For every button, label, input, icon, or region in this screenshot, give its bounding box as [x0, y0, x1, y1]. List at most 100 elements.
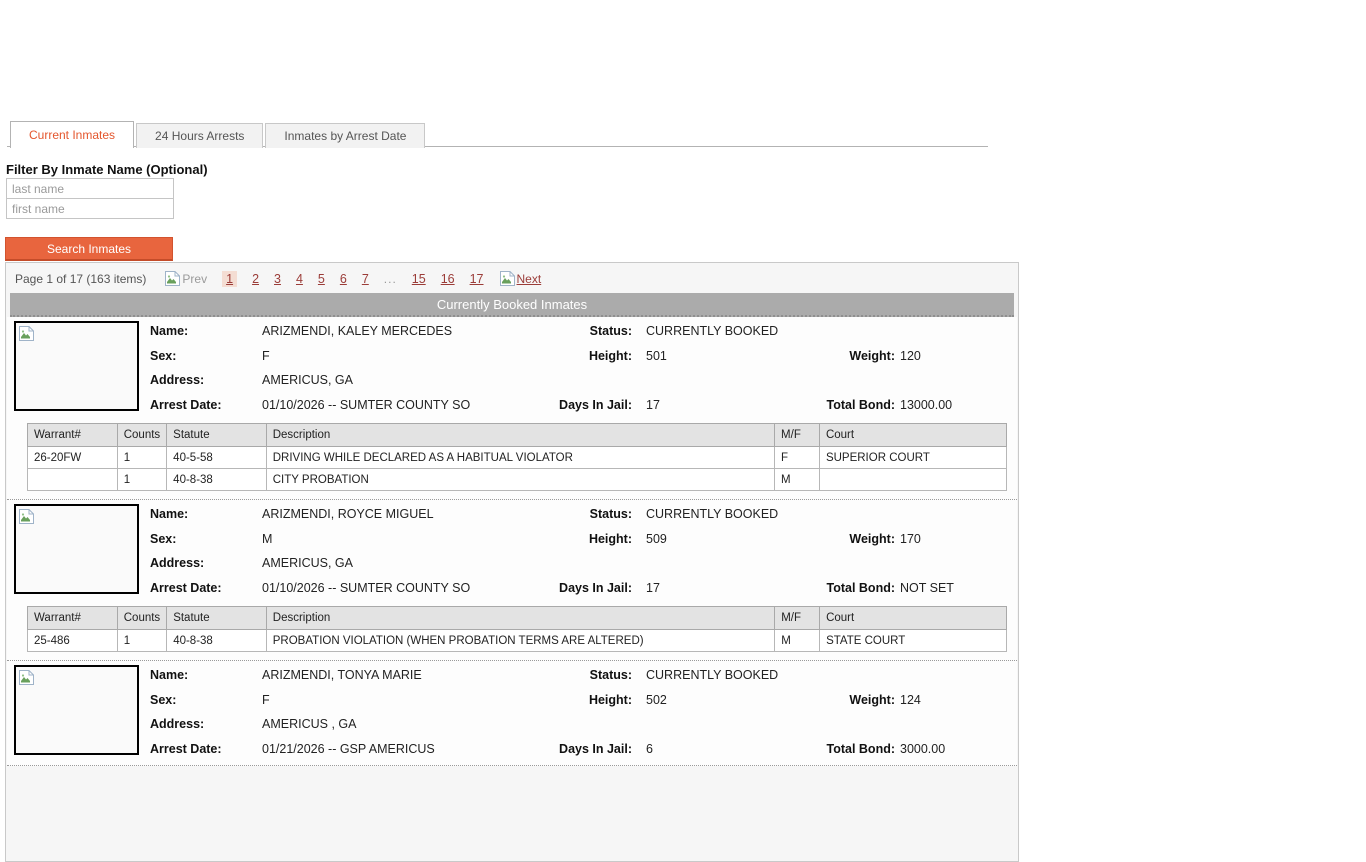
warrant-mf: M [775, 630, 820, 652]
pager: Page 1 of 17 (163 items) Prev 1 2 3 4 5 … [6, 263, 1018, 293]
warrant-counts: 1 [117, 447, 166, 469]
height-label: Height: [427, 532, 632, 546]
pager-summary: Page 1 of 17 (163 items) [15, 272, 146, 286]
inmate-record: Name: ARIZMENDI, TONYA MARIE Status: CUR… [7, 661, 1017, 766]
next-label: Next [517, 272, 542, 286]
days-in-jail-label: Days In Jail: [427, 581, 632, 595]
page-7-link[interactable]: 7 [362, 272, 369, 286]
list-title: Currently Booked Inmates [437, 297, 587, 312]
inmate-total-bond: 3000.00 [900, 742, 945, 756]
inmate-photo [14, 504, 139, 594]
warrant-court: SUPERIOR COURT [819, 447, 1006, 469]
warrant-statute: 40-8-38 [167, 469, 267, 491]
col-description: Description [266, 424, 774, 447]
days-in-jail-label: Days In Jail: [427, 398, 632, 412]
warrant-court [819, 469, 1006, 491]
address-label: Address: [150, 373, 204, 387]
inmate-weight: 170 [900, 532, 921, 546]
col-court: Court [820, 607, 1007, 630]
col-counts: Counts [117, 607, 166, 630]
inmate-arrest-date: 01/21/2026 -- GSP AMERICUS [262, 742, 435, 756]
weight-label: Weight: [697, 532, 895, 546]
col-statute: Statute [167, 607, 267, 630]
weight-label: Weight: [697, 693, 895, 707]
broken-image-icon [164, 270, 181, 287]
sex-label: Sex: [150, 532, 176, 546]
inmate-weight: 124 [900, 693, 921, 707]
page-16-link[interactable]: 16 [441, 272, 455, 286]
col-description: Description [266, 607, 774, 630]
last-name-input[interactable] [6, 178, 174, 199]
warrant-mf: M [775, 469, 820, 491]
warrant-number: 26-20FW [28, 447, 118, 469]
search-inmates-button[interactable]: Search Inmates [5, 237, 173, 261]
status-label: Status: [427, 507, 632, 521]
total-bond-label: Total Bond: [697, 742, 895, 756]
inmate-sex: F [262, 693, 270, 707]
sex-label: Sex: [150, 693, 176, 707]
inmate-status: CURRENTLY BOOKED [646, 507, 778, 521]
sex-label: Sex: [150, 349, 176, 363]
warrant-court: STATE COURT [820, 630, 1007, 652]
status-label: Status: [427, 668, 632, 682]
col-warrant: Warrant# [28, 607, 118, 630]
inmate-address: AMERICUS , GA [262, 717, 356, 731]
arrest-date-label: Arrest Date: [150, 398, 222, 412]
warrant-number: 25-486 [28, 630, 118, 652]
next-button[interactable]: Next [499, 270, 542, 287]
total-bond-label: Total Bond: [697, 398, 895, 412]
inmate-photo [14, 321, 139, 411]
tab-label: Inmates by Arrest Date [284, 129, 406, 143]
inmate-height: 509 [646, 532, 667, 546]
page-1-current[interactable]: 1 [222, 271, 237, 287]
filter-title: Filter By Inmate Name (Optional) [6, 162, 208, 177]
page-4-link[interactable]: 4 [296, 272, 303, 286]
inmate-height: 502 [646, 693, 667, 707]
inmate-status: CURRENTLY BOOKED [646, 668, 778, 682]
inmate-height: 501 [646, 349, 667, 363]
warrant-description: CITY PROBATION [266, 469, 774, 491]
status-label: Status: [427, 324, 632, 338]
first-name-input[interactable] [6, 198, 174, 219]
address-label: Address: [150, 717, 204, 731]
list-title-bar: Currently Booked Inmates [10, 293, 1014, 317]
name-label: Name: [150, 324, 188, 338]
warrant-counts: 1 [117, 469, 166, 491]
page-15-link[interactable]: 15 [412, 272, 426, 286]
tab-24-hours-arrests[interactable]: 24 Hours Arrests [136, 123, 263, 148]
col-warrant: Warrant# [28, 424, 118, 447]
inmate-sex: M [262, 532, 272, 546]
warrant-row: 26-20FW 1 40-5-58 DRIVING WHILE DECLARED… [28, 447, 1007, 469]
height-label: Height: [427, 349, 632, 363]
tab-label: 24 Hours Arrests [155, 129, 244, 143]
inmate-list: Name: ARIZMENDI, KALEY MERCEDES Status: … [7, 317, 1017, 766]
warrant-counts: 1 [117, 630, 166, 652]
warrants-table: Warrant# Counts Statute Description M/F … [27, 606, 1007, 652]
inmate-days-in-jail: 6 [646, 742, 653, 756]
page-6-link[interactable]: 6 [340, 272, 347, 286]
pager-ellipsis: ... [384, 272, 397, 286]
inmate-days-in-jail: 17 [646, 581, 660, 595]
page-2-link[interactable]: 2 [252, 272, 259, 286]
warrant-description: DRIVING WHILE DECLARED AS A HABITUAL VIO… [266, 447, 774, 469]
inmate-total-bond: NOT SET [900, 581, 954, 595]
arrest-date-label: Arrest Date: [150, 581, 222, 595]
page-3-link[interactable]: 3 [274, 272, 281, 286]
prev-button: Prev [164, 270, 207, 287]
warrant-statute: 40-5-58 [167, 447, 267, 469]
page-17-link[interactable]: 17 [470, 272, 484, 286]
warrant-number [28, 469, 118, 491]
tab-current-inmates[interactable]: Current Inmates [10, 121, 134, 148]
inmate-weight: 120 [900, 349, 921, 363]
col-court: Court [819, 424, 1006, 447]
page-5-link[interactable]: 5 [318, 272, 325, 286]
tab-inmates-by-arrest-date[interactable]: Inmates by Arrest Date [265, 123, 425, 148]
inmate-total-bond: 13000.00 [900, 398, 952, 412]
arrest-date-label: Arrest Date: [150, 742, 222, 756]
warrant-mf: F [775, 447, 820, 469]
inmate-name: ARIZMENDI, TONYA MARIE [262, 668, 422, 682]
name-label: Name: [150, 507, 188, 521]
inmate-address: AMERICUS, GA [262, 373, 353, 387]
height-label: Height: [427, 693, 632, 707]
name-label: Name: [150, 668, 188, 682]
